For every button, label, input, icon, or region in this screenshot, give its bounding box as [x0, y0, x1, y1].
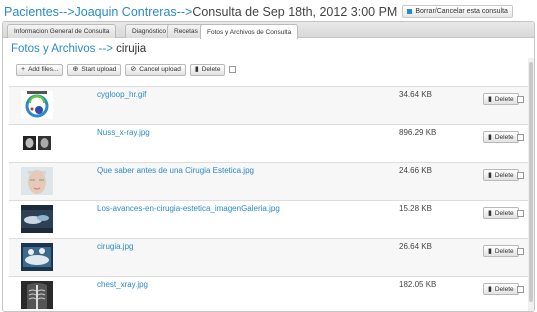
file-name-link[interactable]: cygloop_hr.gif: [97, 90, 146, 99]
file-name-link[interactable]: chest_xray.jpg: [97, 280, 148, 289]
vertical-scrollbar[interactable]: [528, 58, 534, 311]
select-all-checkbox[interactable]: [229, 66, 237, 73]
delete-file-button[interactable]: ▮ Delete: [483, 131, 519, 143]
file-list: cygloop_hr.gif 34.64 KB ▮ Delete Nuss_x-…: [9, 86, 529, 311]
cancel-upload-label: Cancel upload: [139, 66, 181, 73]
file-row: chest_xray.jpg 182.05 KB ▮ Delete: [9, 277, 529, 311]
add-files-label: Add files...: [28, 66, 59, 73]
file-size: 26.64 KB: [399, 242, 432, 251]
add-files-button[interactable]: + Add files...: [16, 63, 64, 76]
breadcrumb-separator: -->: [176, 4, 193, 19]
upload-icon: ⊕: [72, 66, 79, 73]
delete-consult-button[interactable]: Borrar/Cancelar esta consulta: [402, 5, 513, 18]
file-size: 182.05 KB: [399, 280, 437, 289]
file-select-checkbox[interactable]: [517, 172, 524, 179]
delete-file-button[interactable]: ▮ Delete: [483, 93, 519, 105]
file-size: 24.66 KB: [399, 166, 432, 175]
delete-icon: [407, 9, 413, 14]
file-thumbnail[interactable]: [21, 243, 53, 271]
delete-file-button[interactable]: ▮ Delete: [483, 207, 519, 219]
tab-diagnostico[interactable]: Diagnóstico: [125, 24, 173, 38]
folder-name: cirujia: [116, 43, 147, 55]
delete-file-button[interactable]: ▮ Delete: [483, 283, 519, 295]
section-title-link[interactable]: Fotos y Archivos -->: [11, 43, 113, 55]
file-row: Nuss_x-ray.jpg 896.29 KB ▮ Delete: [9, 125, 529, 163]
file-name-link[interactable]: Que saber antes de una Cirugia Estetica.…: [97, 166, 254, 175]
delete-file-button[interactable]: ▮ Delete: [483, 245, 519, 257]
trash-icon: ▮: [488, 95, 492, 103]
file-name-link[interactable]: Los-avances-en-cirugia-estetica_imagenGa…: [97, 204, 280, 213]
delete-file-label: Delete: [494, 95, 514, 103]
trash-icon: ▮: [488, 171, 492, 179]
breadcrumb-pacientes-link[interactable]: Pacientes: [4, 5, 59, 19]
tab-informacion-general[interactable]: Informacion General de Consulta: [7, 24, 117, 38]
tab-fotos-archivos[interactable]: Fotos y Archivos de Consulta: [200, 24, 299, 39]
scrollbar-thumb[interactable]: [529, 62, 533, 302]
delete-file-label: Delete: [494, 171, 514, 179]
file-select-checkbox[interactable]: [517, 210, 524, 217]
file-thumbnail[interactable]: [21, 205, 53, 233]
file-select-checkbox[interactable]: [517, 96, 524, 103]
delete-file-label: Delete: [494, 247, 514, 255]
section-title: Fotos y Archivos --> cirujia: [11, 43, 146, 55]
file-thumbnail[interactable]: [21, 167, 53, 195]
breadcrumb-patient-link[interactable]: Joaquin Contreras: [75, 5, 177, 19]
delete-all-label: Delete: [201, 66, 221, 73]
file-name-link[interactable]: Nuss_x-ray.jpg: [97, 128, 150, 137]
file-size: 896.29 KB: [399, 128, 437, 137]
file-thumbnail[interactable]: [21, 281, 53, 309]
delete-file-label: Delete: [494, 285, 514, 293]
file-select-checkbox[interactable]: [517, 134, 524, 141]
consult-panel: Informacion General de Consulta Diagnóst…: [2, 21, 535, 312]
trash-icon: ▮: [488, 247, 492, 255]
breadcrumb-current-consult: Consulta de Sep 18th, 2012 3:00 PM: [192, 4, 398, 19]
file-row: Que saber antes de una Cirugia Estetica.…: [9, 163, 529, 201]
delete-consult-label: Borrar/Cancelar esta consulta: [415, 8, 508, 15]
upload-toolbar: + Add files... ⊕ Start upload ⊘ Cancel u…: [16, 63, 237, 76]
file-select-checkbox[interactable]: [517, 286, 524, 293]
delete-all-button[interactable]: ▮ Delete: [189, 63, 226, 76]
delete-file-button[interactable]: ▮ Delete: [483, 169, 519, 181]
trash-icon: ▮: [488, 209, 492, 217]
plus-icon: +: [21, 66, 26, 73]
file-row: Los-avances-en-cirugia-estetica_imagenGa…: [9, 201, 529, 239]
delete-file-label: Delete: [494, 209, 514, 217]
breadcrumb: Pacientes --> Joaquin Contreras --> Cons…: [4, 3, 513, 20]
trash-icon: ▮: [194, 66, 199, 73]
file-size: 15.28 KB: [399, 204, 432, 213]
tab-bar: Informacion General de Consulta Diagnóst…: [3, 22, 534, 39]
file-row: cirugia.jpg 26.64 KB ▮ Delete: [9, 239, 529, 277]
file-name-link[interactable]: cirugia.jpg: [97, 242, 133, 251]
cancel-upload-button[interactable]: ⊘ Cancel upload: [125, 63, 186, 76]
start-upload-label: Start upload: [81, 66, 117, 73]
cancel-icon: ⊘: [130, 66, 137, 73]
file-thumbnail[interactable]: [21, 91, 53, 119]
file-size: 34.64 KB: [399, 90, 432, 99]
start-upload-button[interactable]: ⊕ Start upload: [67, 63, 122, 76]
file-row: cygloop_hr.gif 34.64 KB ▮ Delete: [9, 87, 529, 125]
trash-icon: ▮: [488, 133, 492, 141]
trash-icon: ▮: [488, 285, 492, 293]
delete-file-label: Delete: [494, 133, 514, 141]
breadcrumb-separator: -->: [58, 4, 75, 19]
file-thumbnail[interactable]: [21, 129, 53, 157]
file-select-checkbox[interactable]: [517, 248, 524, 255]
